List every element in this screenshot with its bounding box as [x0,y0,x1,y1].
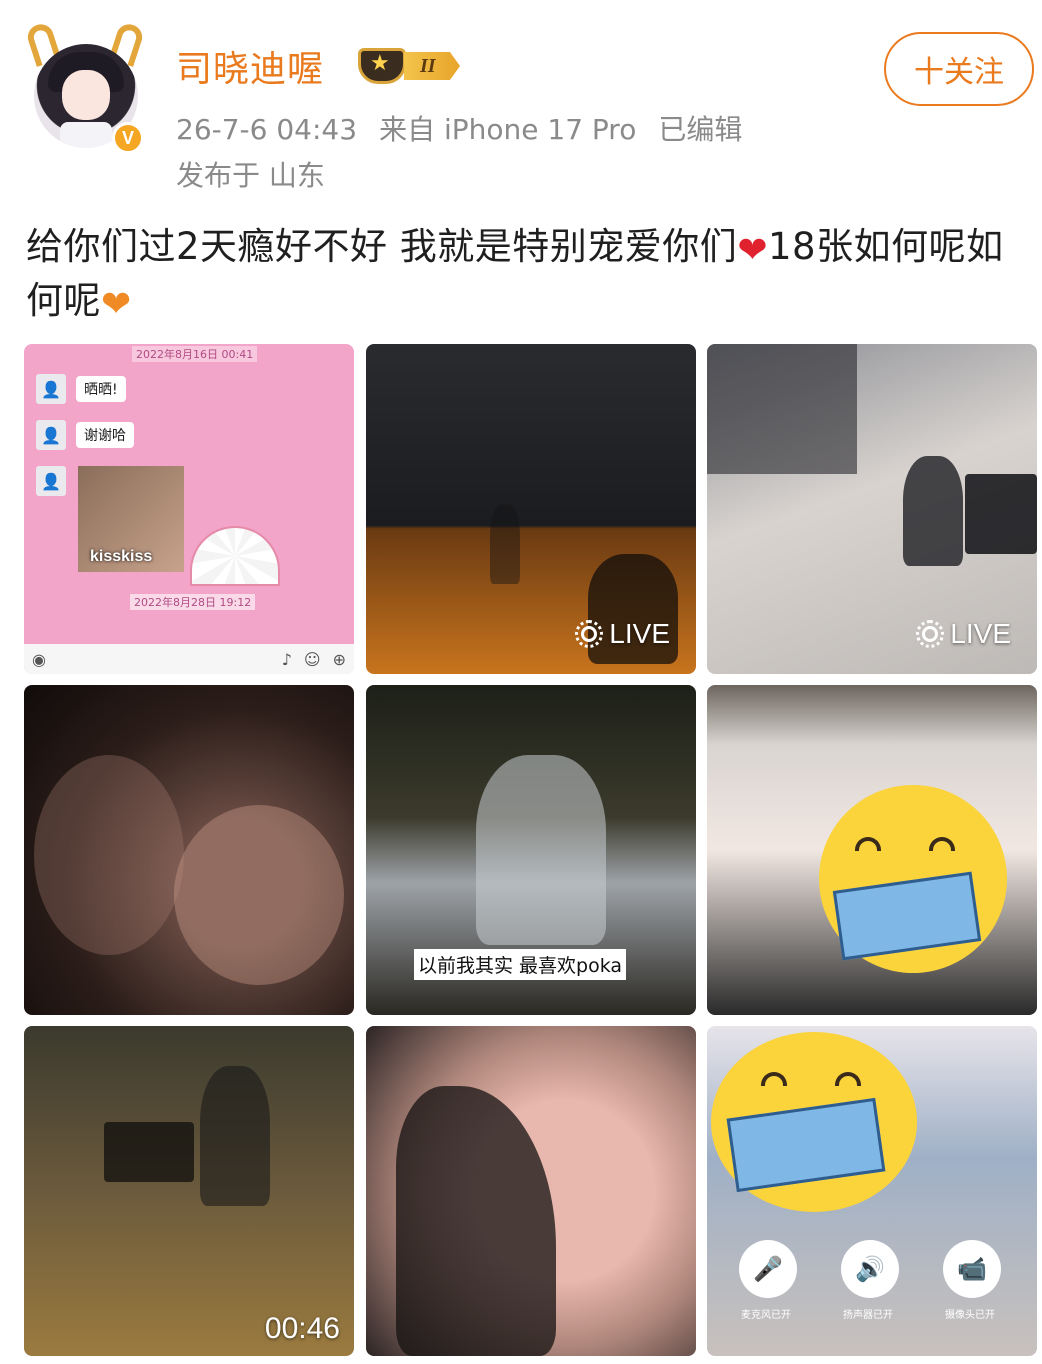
level-tag: II [404,52,460,80]
post-header: V 司晓迪喔 ★ II 26-7-6 04:43 来自 iPhone 17 Pro… [0,0,1042,210]
mic-status-label: 麦克风已开 [741,1310,791,1321]
star-icon: ★ [370,51,390,76]
chat-input-toolbar: ◉ ♪ ☺ ⊕ [24,644,354,674]
live-photo-badge: LIVE [575,618,670,650]
sticker-timestamp: 2022年8月28日 19:12 [130,594,256,610]
speaker-status-label: 扬声器已开 [843,1310,893,1321]
orange-heart-icon: ❤ [101,284,132,325]
image-tile-video-call[interactable]: 🎤 🔊 📹 麦克风已开 扬声器已开 摄像头已开 [707,1026,1037,1356]
username[interactable]: 司晓迪喔 [176,40,324,92]
umbrella-sticker-icon [190,526,280,586]
image-tile-chat-screenshot[interactable]: 2022年8月16日 00:41 👤 晒晒! 👤 谢谢哈 👤 kisskiss … [24,344,354,674]
sticker-label: kisskiss [90,548,153,565]
chat-bubble: 晒晒! [76,376,126,402]
image-tile-video[interactable]: 00:46 [24,1026,354,1356]
chat-message: 👤 谢谢哈 [36,420,134,450]
live-label: LIVE [609,618,670,649]
post-source: 来自 iPhone 17 Pro [379,113,637,146]
chat-sticker-photo: kisskiss [78,466,184,572]
post-text: 给你们过2天瘾好不好 我就是特别宠爱你们❤18张如何呢如何呢❤ [26,220,1036,328]
reading-emoji-icon [711,1032,917,1212]
chairs-shape [707,344,857,474]
post-location: 发布于 山东 [176,159,325,192]
post-time: 26-7-6 04:43 [176,113,358,146]
post-meta: 26-7-6 04:43 来自 iPhone 17 Pro 已编辑 [176,108,742,148]
reading-emoji-icon [819,785,1007,973]
follow-button[interactable]: 十关注 [884,32,1034,106]
music-stand-shape [104,1122,194,1182]
post-text-part1: 给你们过2天瘾好不好 我就是特别宠爱你们 [26,225,738,268]
person-silhouette [490,504,520,584]
video-subtitle: 以前我其实 最喜欢poka [414,949,627,980]
camera-icon: 📹 [943,1240,1001,1298]
contact-avatar-icon: 👤 [36,374,66,404]
person-silhouette [903,456,963,566]
verified-icon: V [112,122,144,154]
image-tile-emoji-cover-1[interactable] [707,685,1037,1015]
tv-shape [965,474,1037,554]
image-tile-subtitle[interactable]: 以前我其实 最喜欢poka [366,685,696,1015]
chat-message: 👤 晒晒! [36,374,126,404]
camera-status-label: 摄像头已开 [945,1310,995,1321]
emoji-icon: ☺ [303,649,321,669]
mic-small-icon: ♪ [281,649,292,669]
member-level-badge[interactable]: ★ II [358,46,466,86]
chat-bubble: 谢谢哈 [76,422,134,448]
mic-icon: 🎤 [739,1240,797,1298]
live-photo-icon [575,620,604,648]
face-shape [174,805,344,985]
plus-icon: ⊕ [332,649,346,669]
chat-message: 👤 [36,466,66,496]
contact-avatar-icon: 👤 [36,420,66,450]
live-label: LIVE [950,618,1011,649]
image-grid: 2022年8月16日 00:41 👤 晒晒! 👤 谢谢哈 👤 kisskiss … [24,344,1037,1356]
voice-icon: ◉ [32,649,46,669]
person-silhouette [200,1066,270,1206]
phone-case-shape [396,1086,556,1356]
red-heart-icon: ❤ [737,230,768,271]
edited-label[interactable]: 已编辑 [658,113,742,146]
image-tile-live-1[interactable]: LIVE [366,344,696,674]
person-silhouette [476,755,606,945]
image-tile-live-2[interactable]: LIVE [707,344,1037,674]
speaker-icon: 🔊 [841,1240,899,1298]
contact-avatar-icon: 👤 [36,466,66,496]
image-tile-closeup[interactable] [366,1026,696,1356]
live-photo-icon [916,620,945,648]
video-duration: 00:46 [264,1312,340,1345]
face-shape [34,755,184,955]
user-avatar[interactable]: V [24,20,146,154]
image-tile-selfie[interactable] [24,685,354,1015]
live-photo-badge: LIVE [916,618,1011,650]
chat-timestamp: 2022年8月16日 00:41 [132,346,258,362]
